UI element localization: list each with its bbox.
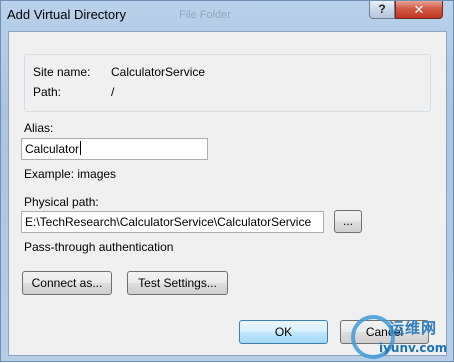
path-value: / (111, 85, 115, 99)
dialog-body: Site name: CalculatorService Path: / Ali… (8, 31, 447, 356)
title-bar[interactable]: File Folder Add Virtual Directory ? ✕ (1, 1, 453, 31)
dialog-window: File Folder Add Virtual Directory ? ✕ Si… (0, 0, 454, 362)
path-label: Path: (33, 85, 62, 99)
physical-path-input[interactable]: E:\TechResearch\CalculatorService\Calcul… (21, 211, 324, 233)
text-caret (80, 141, 82, 155)
cancel-button[interactable]: Cancel (340, 320, 429, 344)
site-name-label: Site name: (33, 65, 91, 79)
physical-path-label: Physical path: (24, 195, 99, 209)
dialog-title: Add Virtual Directory (7, 7, 126, 22)
browse-button[interactable]: ... (334, 210, 362, 233)
close-button[interactable]: ✕ (395, 1, 443, 19)
ok-button[interactable]: OK (239, 320, 328, 344)
background-window-text: File Folder (179, 9, 231, 21)
connect-as-button[interactable]: Connect as... (22, 271, 112, 295)
site-name-value: CalculatorService (111, 65, 206, 79)
alias-input-value: Calculator (25, 142, 80, 156)
close-icon: ✕ (413, 2, 425, 17)
auth-label: Pass-through authentication (24, 240, 174, 254)
alias-example: Example: images (24, 167, 117, 181)
alias-label: Alias: (24, 121, 54, 135)
site-info-group: Site name: CalculatorService Path: / (24, 54, 431, 112)
physical-path-value: E:\TechResearch\CalculatorService\Calcul… (25, 215, 312, 229)
test-settings-button[interactable]: Test Settings... (127, 271, 228, 295)
help-button[interactable]: ? (369, 1, 395, 19)
alias-input[interactable]: Calculator (21, 138, 208, 160)
